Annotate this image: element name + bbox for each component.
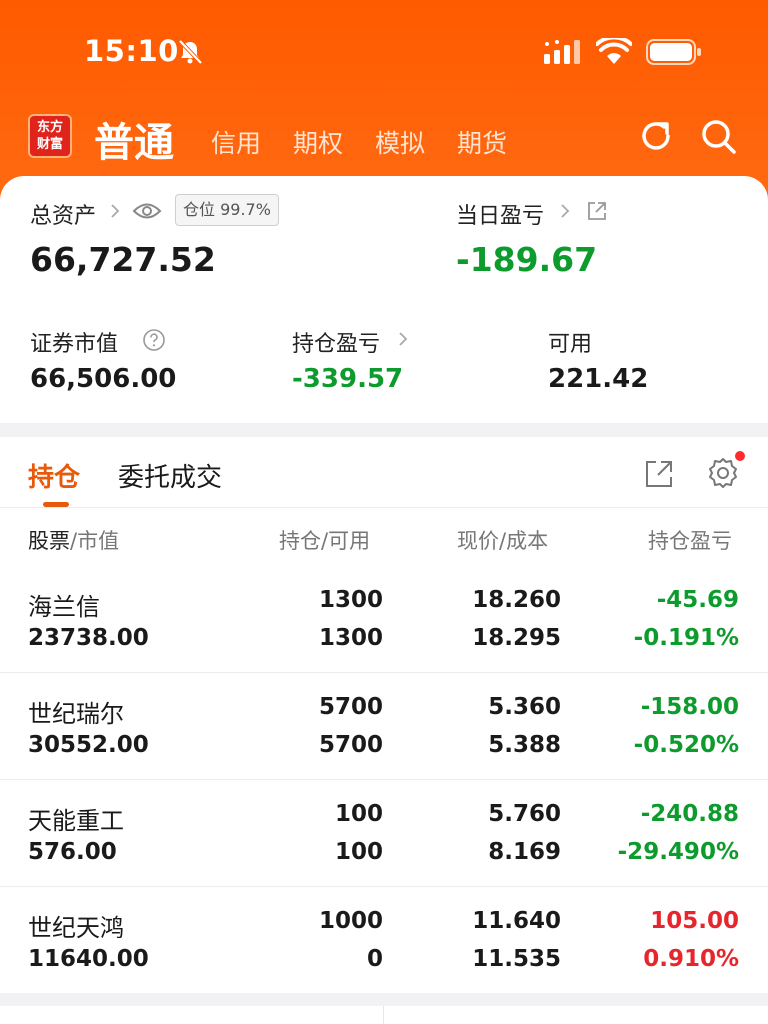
stock-available: 100 — [334, 839, 383, 865]
search-icon[interactable] — [698, 116, 738, 156]
gear-icon[interactable] — [706, 456, 740, 490]
stock-position: 1300 — [318, 587, 383, 613]
total-assets-value: 66,727.52 — [30, 240, 216, 279]
battery-icon — [646, 39, 701, 65]
stock-pnl: 105.00 — [650, 908, 739, 934]
bell-slash-icon — [178, 39, 203, 65]
available-value: 221.42 — [548, 364, 649, 394]
tab-simulated[interactable]: 模拟 — [375, 124, 425, 160]
stock-available: 0 — [366, 946, 383, 972]
chevron-right-icon — [111, 204, 120, 218]
stock-price: 5.760 — [488, 801, 561, 827]
total-assets-label[interactable]: 总资产 — [30, 198, 96, 230]
row-divider — [0, 672, 768, 673]
stock-pnl-pct: -0.191% — [633, 625, 739, 651]
daily-pnl-value: -189.67 — [456, 240, 598, 279]
tab-normal[interactable]: 普通 — [94, 110, 174, 168]
external-link-icon[interactable] — [586, 200, 608, 222]
tab-divider — [0, 507, 768, 508]
daily-pnl-label[interactable]: 当日盈亏 — [456, 198, 544, 230]
share-icon[interactable] — [642, 457, 676, 491]
stock-cost: 11.535 — [472, 946, 561, 972]
account-type-nav: 东方 财富 普通 信用 期权 模拟 期货 — [0, 108, 768, 168]
chevron-right-icon — [561, 204, 570, 218]
tab-orders-trades[interactable]: 委托成交 — [118, 457, 222, 494]
help-icon[interactable] — [142, 328, 166, 352]
stock-available: 1300 — [318, 625, 383, 651]
status-time: 15:10 — [84, 34, 179, 68]
stock-name: 天能重工 — [28, 807, 124, 835]
market-value-label: 证券市值 — [30, 332, 119, 357]
holdings-card: 持仓 委托成交 股票/市值 持仓/可用 现价/成本 持仓盈亏 海兰信 23738… — [0, 437, 768, 993]
position-ratio-badge: 仓位 99.7% — [175, 194, 279, 226]
stock-market-value: 30552.00 — [28, 732, 149, 758]
app-header: 15:10 东方 财富 普通 信用 期权 模拟 期货 — [0, 0, 768, 200]
chevron-right-icon — [399, 332, 408, 346]
stock-position: 1000 — [318, 908, 383, 934]
table-row[interactable]: 世纪天鸿 11640.00 1000 0 11.640 11.535 105.0… — [0, 888, 768, 995]
table-row[interactable]: 天能重工 576.00 100 100 5.760 8.169 -240.88 … — [0, 781, 768, 888]
stock-market-value: 576.00 — [28, 839, 117, 865]
market-value: 66,506.00 — [30, 364, 177, 394]
header-stock-value: 股票/市值 — [28, 529, 120, 553]
stock-name: 世纪天鸿 — [28, 914, 124, 942]
tab-positions[interactable]: 持仓 — [28, 457, 80, 494]
stock-market-value: 23738.00 — [28, 625, 149, 651]
stock-cost: 5.388 — [488, 732, 561, 758]
notification-dot — [735, 451, 745, 461]
stock-price: 5.360 — [488, 694, 561, 720]
stock-price: 11.640 — [472, 908, 561, 934]
signal-icon — [544, 40, 580, 64]
tab-futures[interactable]: 期货 — [457, 124, 507, 160]
available-label: 可用 — [548, 332, 593, 357]
stock-pnl-pct: -29.490% — [617, 839, 739, 865]
stock-pnl: -240.88 — [640, 801, 739, 827]
holding-pnl-label[interactable]: 持仓盈亏 — [292, 326, 380, 358]
asset-summary-card: 总资产 仓位 99.7% 66,727.52 当日盈亏 -189.67 证券市值… — [0, 176, 768, 423]
table-row[interactable]: 海兰信 23738.00 1300 1300 18.260 18.295 -45… — [0, 567, 768, 674]
stock-pnl-pct: 0.910% — [643, 946, 739, 972]
stock-pnl: -45.69 — [656, 587, 739, 613]
table-row[interactable]: 世纪瑞尔 30552.00 5700 5700 5.360 5.388 -158… — [0, 674, 768, 781]
stock-pnl: -158.00 — [640, 694, 739, 720]
stock-market-value: 11640.00 — [28, 946, 149, 972]
stock-cost: 18.295 — [472, 625, 561, 651]
app-logo: 东方 财富 — [28, 114, 72, 158]
bottom-card-edge — [0, 1006, 768, 1024]
bottom-separator — [383, 1006, 384, 1024]
stock-price: 18.260 — [472, 587, 561, 613]
refresh-icon[interactable] — [636, 116, 676, 156]
tab-options[interactable]: 期权 — [293, 124, 343, 160]
header-price-cost: 现价/成本 — [457, 529, 549, 553]
row-divider — [0, 886, 768, 887]
status-bar: 15:10 — [0, 0, 768, 100]
stock-name: 世纪瑞尔 — [28, 700, 124, 728]
stock-cost: 8.169 — [488, 839, 561, 865]
row-divider — [0, 779, 768, 780]
holding-pnl-value: -339.57 — [292, 364, 404, 394]
stock-name: 海兰信 — [28, 593, 100, 621]
stock-available: 5700 — [318, 732, 383, 758]
stock-position: 100 — [334, 801, 383, 827]
stock-pnl-pct: -0.520% — [633, 732, 739, 758]
stock-position: 5700 — [318, 694, 383, 720]
eye-icon[interactable] — [132, 200, 162, 222]
tab-credit[interactable]: 信用 — [211, 124, 261, 160]
header-position-available: 持仓/可用 — [279, 529, 371, 553]
header-holding-pnl: 持仓盈亏 — [648, 529, 732, 553]
wifi-icon — [596, 38, 632, 64]
